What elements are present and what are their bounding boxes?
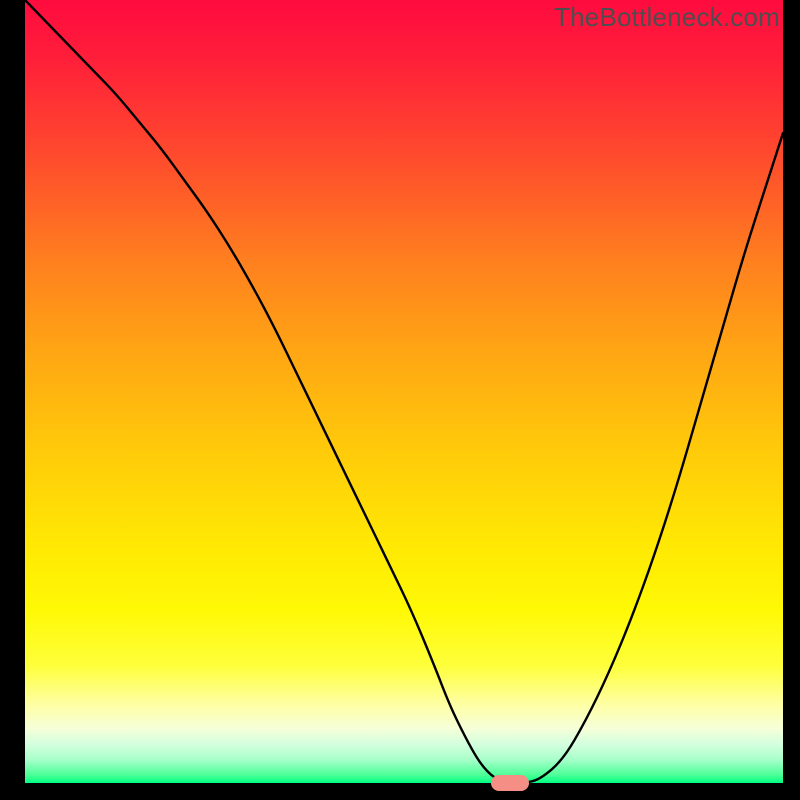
chart-plot-area xyxy=(25,0,783,783)
bottleneck-curve xyxy=(25,0,783,783)
watermark-text: TheBottleneck.com xyxy=(554,2,780,33)
minimum-marker xyxy=(491,775,529,791)
